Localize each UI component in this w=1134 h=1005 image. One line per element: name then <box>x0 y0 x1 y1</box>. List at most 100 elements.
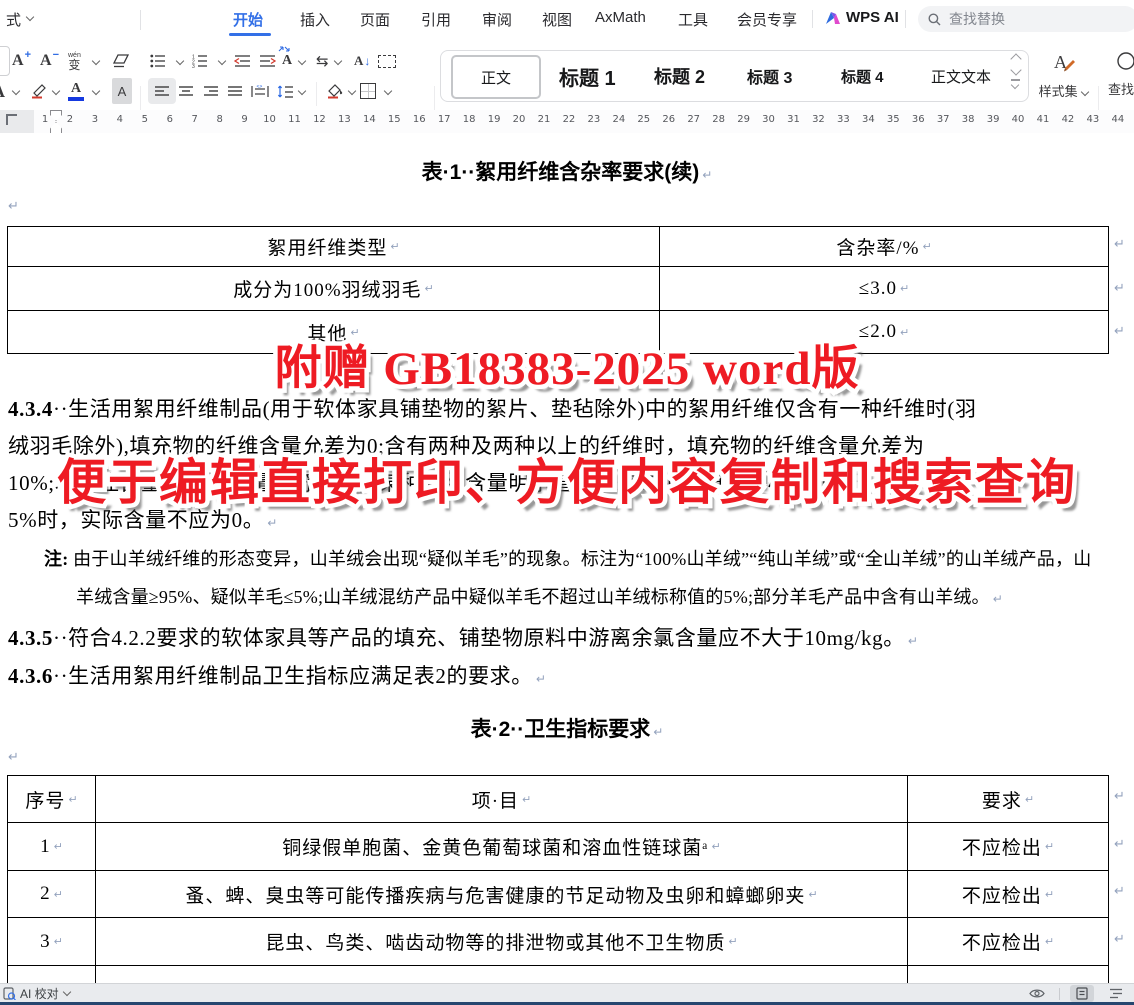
chevron-down-icon[interactable] <box>176 58 184 66</box>
outline-view-icon[interactable] <box>1104 985 1128 1002</box>
table2-cell: 不应检出↵ <box>908 918 1108 966</box>
decrease-indent-button[interactable] <box>234 48 251 74</box>
table2-cell: 铜绿假单胞菌、金黄色葡萄球菌和溶血性链球菌ᵃ↵ <box>96 823 908 871</box>
tab-reference[interactable]: 引用 <box>421 9 451 30</box>
numbered-list-button[interactable]: 123 <box>192 48 208 74</box>
font-color-button[interactable]: A <box>68 78 84 104</box>
tab-axmath[interactable]: AxMath <box>595 9 646 26</box>
table2-cell: 不应检出↵ <box>908 823 1108 871</box>
divider <box>140 10 141 30</box>
chevron-down-icon[interactable] <box>92 58 100 66</box>
eye-protect-icon[interactable] <box>1025 985 1049 1002</box>
chevron-down-icon[interactable] <box>63 989 71 997</box>
tab-selector-icon[interactable] <box>6 114 17 125</box>
distribute-button[interactable]: <> <box>251 78 269 104</box>
clear-format-button[interactable] <box>112 48 130 74</box>
ruler-number: 4 <box>112 114 128 125</box>
font-size-combo[interactable] <box>0 46 10 76</box>
chevron-down-icon[interactable] <box>52 88 60 96</box>
search-placeholder: 查找替换 <box>949 9 1005 29</box>
align-center-button[interactable] <box>178 78 194 104</box>
tab-wps-ai[interactable]: WPS AI <box>846 9 899 26</box>
tab-view[interactable]: 视图 <box>542 9 572 30</box>
table2-title: 表·2··卫生指标要求↵ <box>0 713 1134 743</box>
scroll-down-icon[interactable] <box>1010 64 1021 75</box>
ruler-number: 28 <box>711 114 727 125</box>
justify-button[interactable] <box>227 78 243 104</box>
chevron-down-icon[interactable] <box>348 88 356 96</box>
text-direction-button[interactable]: A <box>282 48 292 74</box>
ruler-number: 15 <box>386 114 402 125</box>
highlight-pen-button[interactable] <box>30 78 48 104</box>
search-input[interactable]: 查找替换 <box>918 6 1134 32</box>
ruler-number: 38 <box>960 114 976 125</box>
style-item-heading4[interactable]: 标题 4 <box>841 51 884 101</box>
note-line2: 羊绒含量≥95%、疑似羊毛≤5%;山羊绒混纺产品中疑似羊毛不超过山羊绒标称值的5… <box>76 583 1003 609</box>
more-styles-icon[interactable] <box>1011 79 1020 81</box>
style-item-normal[interactable]: 正文 <box>451 55 541 99</box>
tab-tools[interactable]: 工具 <box>678 9 708 30</box>
divider <box>316 82 317 106</box>
increase-font-button[interactable]: A+ <box>12 48 30 74</box>
tab-member[interactable]: 会员专享 <box>737 9 797 30</box>
ruler-number: 33 <box>835 114 851 125</box>
ai-proofread-button[interactable]: AI 校对 <box>3 985 71 1002</box>
line-spacing-button[interactable] <box>277 78 294 104</box>
align-left-button[interactable] <box>148 78 176 104</box>
ruler-number: 41 <box>1035 114 1051 125</box>
tab-page[interactable]: 页面 <box>360 9 390 30</box>
ruler-number: 44 <box>1110 114 1126 125</box>
divider <box>1059 988 1060 1000</box>
bullet-list-button[interactable] <box>150 48 166 74</box>
borders-button[interactable] <box>360 78 376 104</box>
table2[interactable]: 序号↵ 项·目↵ 要求↵ 1↵ 铜绿假单胞菌、金黄色葡萄球菌和溶血性链球菌ᵃ↵ … <box>7 775 1109 985</box>
chevron-down-icon[interactable] <box>12 88 20 96</box>
chevron-down-icon[interactable] <box>92 88 100 96</box>
phonetic-guide-button[interactable]: wén变 <box>68 48 81 74</box>
page-view-icon[interactable] <box>1070 985 1094 1002</box>
table2-cell: 1↵ <box>8 823 96 871</box>
style-item-heading2[interactable]: 标题 2 <box>654 51 705 101</box>
row-end-mark: ↵ <box>1114 932 1125 947</box>
asian-layout-button[interactable]: ⇆ <box>316 48 329 74</box>
chevron-down-icon[interactable] <box>218 58 226 66</box>
table1-header-cell: 含杂率/%↵ <box>660 227 1108 267</box>
tab-home[interactable]: 开始 <box>233 9 263 30</box>
shading-button[interactable] <box>326 78 344 104</box>
watermark-line2: 便于编辑直接打印、方便内容复制和搜索查询 便于编辑直接打印、方便内容复制和搜索查… <box>57 443 1077 514</box>
ruler-number: 9 <box>237 114 253 125</box>
chevron-down-icon[interactable] <box>298 88 306 96</box>
show-marks-button[interactable] <box>378 48 396 74</box>
text-effects-button[interactable]: A <box>0 78 5 104</box>
row-end-mark: ↵ <box>1114 837 1125 852</box>
chevron-down-icon[interactable] <box>384 88 392 96</box>
decrease-font-button[interactable]: A− <box>40 48 58 74</box>
table2-header-cell: 序号↵ <box>8 776 96 823</box>
ruler-number: 16 <box>411 114 427 125</box>
tab-insert[interactable]: 插入 <box>300 9 330 30</box>
style-item-heading3[interactable]: 标题 3 <box>747 51 792 101</box>
document-page[interactable]: 表·1··絮用纤维含杂率要求(续)↵ ↵ 絮用纤维类型↵ 含杂率/%↵ 成分为1… <box>0 133 1134 985</box>
style-set-button[interactable]: A 样式集 <box>1036 50 1092 102</box>
sort-button[interactable]: A↓ <box>354 48 370 74</box>
window-left-control[interactable]: 式 <box>6 9 21 30</box>
increase-indent-button[interactable] <box>259 48 276 74</box>
ruler-number: 37 <box>935 114 951 125</box>
style-gallery: 正文 标题 1 标题 2 标题 3 标题 4 正文文本 <box>440 50 1029 102</box>
paragraph-436: 4.3.6··生活用絮用纤维制品卫生指标应满足表2的要求。↵ <box>8 660 546 690</box>
ruler-number: 43 <box>1085 114 1101 125</box>
chevron-down-icon[interactable] <box>298 58 306 66</box>
ruler-number: 34 <box>860 114 876 125</box>
style-item-bodytext[interactable]: 正文文本 <box>931 51 991 101</box>
style-item-heading1[interactable]: 标题 1 <box>559 51 616 101</box>
ruler-number: 35 <box>885 114 901 125</box>
divider <box>905 10 906 28</box>
chevron-down-icon[interactable] <box>26 14 34 22</box>
ruler-number: 32 <box>810 114 826 125</box>
tab-review[interactable]: 审阅 <box>482 9 512 30</box>
horizontal-ruler[interactable]: 1234567891011121314151617181920212223242… <box>0 110 1134 134</box>
char-shading-button[interactable]: A <box>112 78 132 104</box>
chevron-down-icon[interactable] <box>334 58 342 66</box>
align-right-button[interactable] <box>203 78 219 104</box>
find-button[interactable]: 查找 <box>1106 50 1134 102</box>
